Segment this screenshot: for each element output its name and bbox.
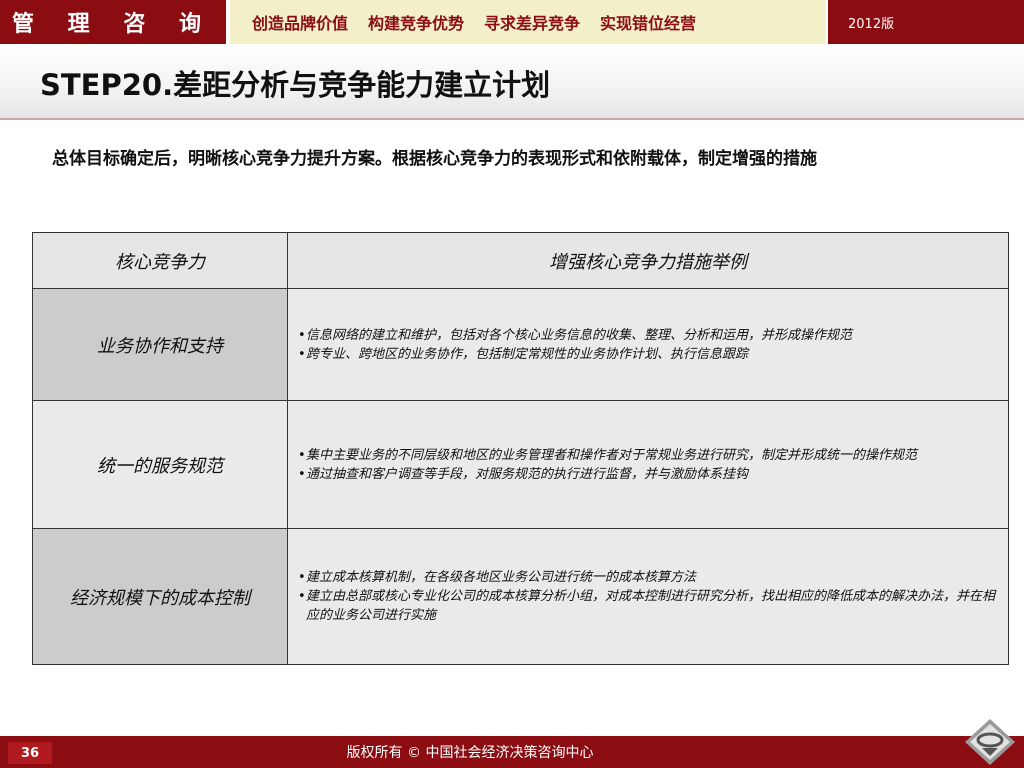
row-label: 统一的服务规范 [32, 400, 288, 529]
edition-label: 2012版 [828, 0, 1024, 44]
page-title: STEP20.差距分析与竞争能力建立计划 [40, 68, 551, 102]
row-measures: 建立成本核算机制，在各级各地区业务公司进行统一的成本核算方法 建立由总部或核心专… [287, 528, 1009, 665]
table-header-row: 核心竞争力 增强核心竞争力措施举例 [32, 232, 1009, 289]
measure-item: 信息网络的建立和维护，包括对各个核心业务信息的收集、整理、分析和运用，并形成操作… [298, 326, 998, 345]
tagline-bar: 创造品牌价值 构建竞争优势 寻求差异竞争 实现错位经营 [230, 0, 826, 44]
tagline-item: 寻求差异竞争 [484, 14, 581, 33]
row-label: 业务协作和支持 [32, 288, 288, 401]
row-measures: 信息网络的建立和维护，包括对各个核心业务信息的收集、整理、分析和运用，并形成操作… [287, 288, 1009, 401]
intro-text: 总体目标确定后，明晰核心竞争力提升方案。根据核心竞争力的表现形式和依附载体，制定… [52, 149, 817, 169]
measure-item: 通过抽查和客户调查等手段，对服务规范的执行进行监督，并与激励体系挂钩 [298, 465, 998, 484]
table-row: 经济规模下的成本控制 建立成本核算机制，在各级各地区业务公司进行统一的成本核算方… [32, 528, 1009, 665]
column-header: 增强核心竞争力措施举例 [287, 232, 1009, 289]
row-measures: 集中主要业务的不同层级和地区的业务管理者和操作者对于常规业务进行研究，制定并形成… [287, 400, 1009, 529]
tagline-item: 实现错位经营 [600, 14, 697, 33]
measure-item: 建立成本核算机制，在各级各地区业务公司进行统一的成本核算方法 [298, 568, 998, 587]
table-row: 业务协作和支持 信息网络的建立和维护，包括对各个核心业务信息的收集、整理、分析和… [32, 288, 1009, 401]
table-row: 统一的服务规范 集中主要业务的不同层级和地区的业务管理者和操作者对于常规业务进行… [32, 400, 1009, 529]
row-label: 经济规模下的成本控制 [32, 528, 288, 665]
measure-item: 集中主要业务的不同层级和地区的业务管理者和操作者对于常规业务进行研究，制定并形成… [298, 446, 998, 465]
tagline-item: 创造品牌价值 [252, 14, 349, 33]
top-banner: 管 理 咨 询 创造品牌价值 构建竞争优势 寻求差异竞争 实现错位经营 2012… [0, 0, 1024, 44]
column-header: 核心竞争力 [32, 232, 288, 289]
diamond-logo-icon [965, 719, 1015, 765]
brand-label: 管 理 咨 询 [0, 0, 226, 44]
tagline-item: 构建竞争优势 [368, 14, 465, 33]
copyright-text: 版权所有 © 中国社会经济决策咨询中心 [346, 745, 594, 761]
measure-item: 跨专业、跨地区的业务协作，包括制定常规性的业务协作计划、执行信息跟踪 [298, 345, 998, 364]
measure-item: 建立由总部或核心专业化公司的成本核算分析小组，对成本控制进行研究分析，找出相应的… [298, 587, 998, 625]
competency-table: 核心竞争力 增强核心竞争力措施举例 业务协作和支持 信息网络的建立和维护，包括对… [32, 232, 1009, 665]
title-divider [0, 118, 1024, 120]
